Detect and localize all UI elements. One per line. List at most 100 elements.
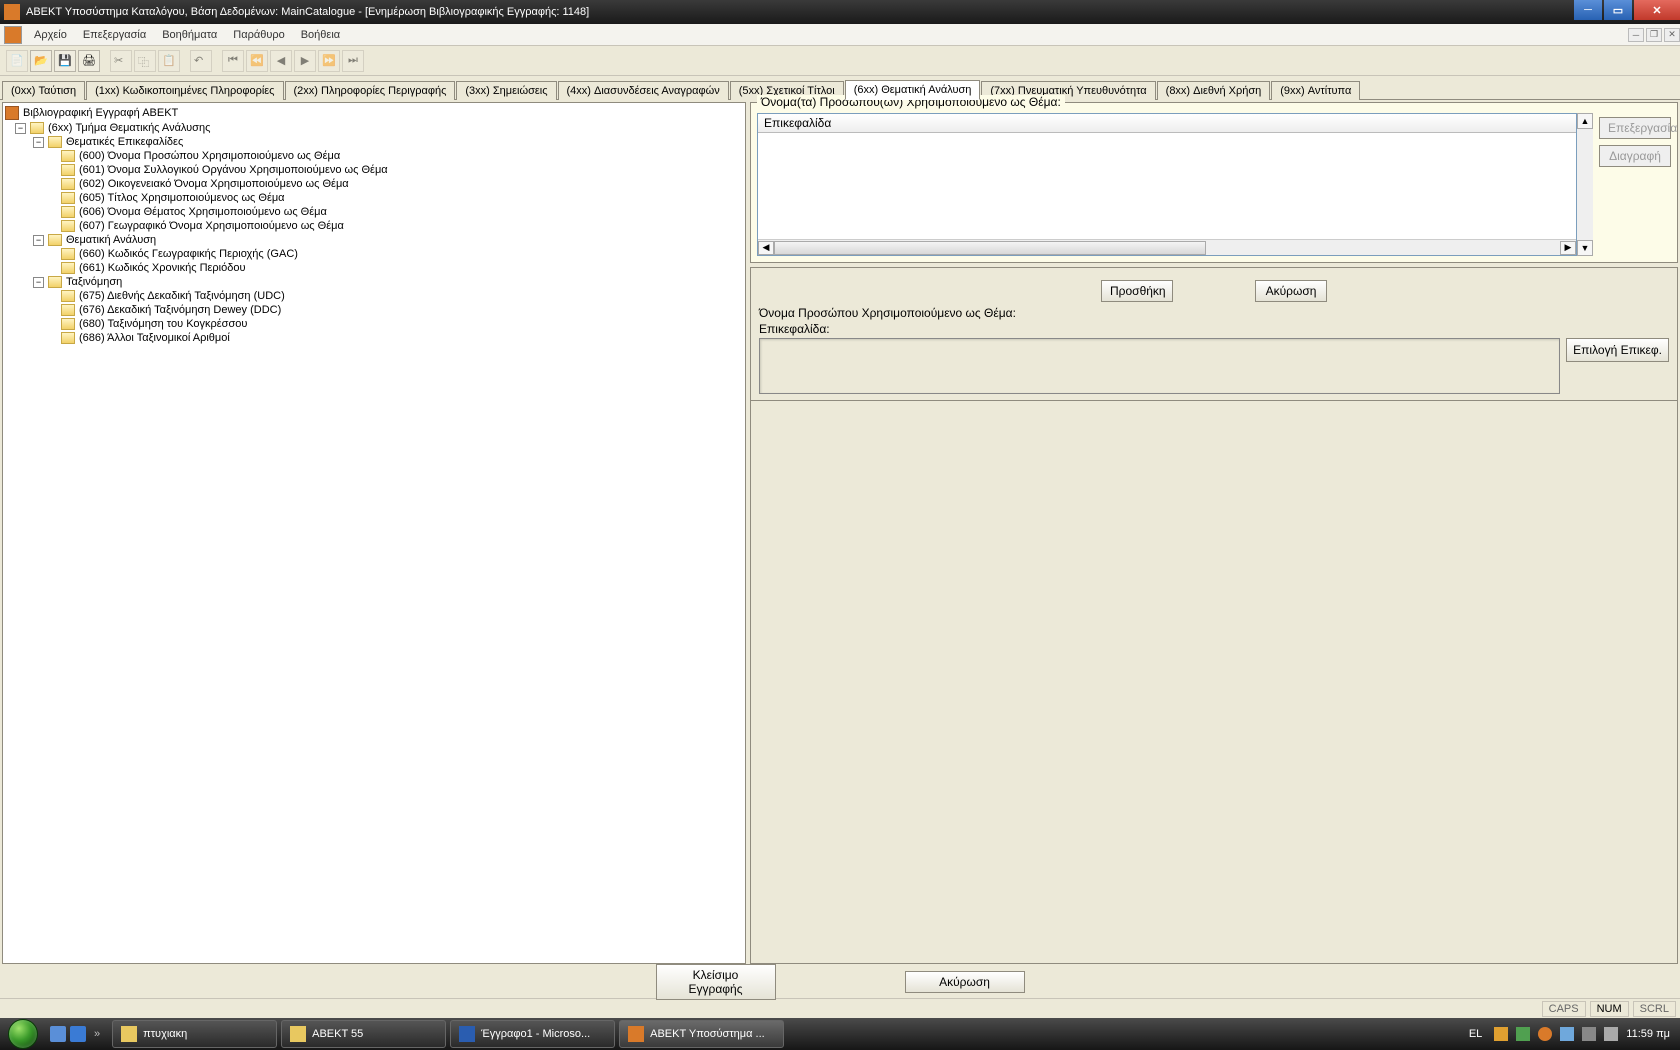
expander-icon[interactable]: −	[15, 123, 26, 134]
nav-first[interactable]: ⏮	[222, 50, 244, 72]
first-icon: ⏮	[228, 54, 238, 67]
tree-item[interactable]: (675) Διεθνής Δεκαδική Ταξινόμηση (UDC)	[5, 289, 743, 303]
nav-next[interactable]: ▶	[294, 50, 316, 72]
add-button[interactable]: Προσθήκη	[1101, 280, 1173, 302]
close-record-button[interactable]: Κλείσιμο Εγγραφής	[656, 964, 776, 1000]
ffwd-icon: ⏩	[322, 54, 336, 67]
tree-item[interactable]: (660) Κωδικός Γεωγραφικής Περιοχής (GAC)	[5, 247, 743, 261]
tb-btn-4[interactable]: 🖨	[78, 50, 100, 72]
tab-6xx[interactable]: (6xx) Θεματική Ανάλυση	[845, 80, 981, 100]
expander-icon[interactable]: −	[33, 277, 44, 288]
taskbar-item[interactable]: ABEKT 55	[281, 1020, 446, 1048]
menu-edit[interactable]: Επεξεργασία	[75, 27, 154, 43]
cut-icon: ✂	[114, 54, 128, 68]
minimize-button[interactable]: ─	[1574, 0, 1602, 20]
scroll-up-icon[interactable]: ▲	[1577, 113, 1593, 129]
folder-icon	[61, 318, 75, 330]
mdi-icon	[4, 26, 22, 44]
tree-group-2[interactable]: − Ταξινόμηση	[5, 275, 743, 289]
tree-item[interactable]: (600) Όνομα Προσώπου Χρησιμοποιούμενο ως…	[5, 149, 743, 163]
nav-fastback[interactable]: ⏪	[246, 50, 268, 72]
tree-item[interactable]: (601) Όνομα Συλλογικού Οργάνου Χρησιμοπο…	[5, 163, 743, 177]
tree-item[interactable]: (686) Άλλοι Ταξινομικοί Αριθμοί	[5, 331, 743, 345]
taskbar-item-active[interactable]: ΑΒΕΚΤ Υποσύστημα ...	[619, 1020, 784, 1048]
menu-file[interactable]: Αρχείο	[26, 27, 75, 43]
tab-1xx[interactable]: (1xx) Κωδικοποιημένες Πληροφορίες	[86, 81, 283, 100]
list-body[interactable]	[758, 133, 1576, 239]
select-heading-button[interactable]: Επιλογή Επικεφ.	[1566, 338, 1669, 362]
tab-3xx[interactable]: (3xx) Σημειώσεις	[456, 81, 556, 100]
scroll-thumb[interactable]	[774, 241, 1206, 255]
tree-item[interactable]: (607) Γεωγραφικό Όνομα Χρησιμοποιούμενο …	[5, 219, 743, 233]
quick-launch-icon[interactable]	[70, 1026, 86, 1042]
horizontal-scrollbar[interactable]: ◀ ▶	[758, 239, 1576, 255]
edit-button[interactable]: Επεξεργασία	[1599, 117, 1671, 139]
start-button[interactable]	[0, 1018, 46, 1050]
tab-2xx[interactable]: (2xx) Πληροφορίες Περιγραφής	[285, 81, 456, 100]
tree-item[interactable]: (661) Κωδικός Χρονικής Περιόδου	[5, 261, 743, 275]
tb-cut[interactable]: ✂	[110, 50, 132, 72]
tb-paste[interactable]: 📋	[158, 50, 180, 72]
menu-window[interactable]: Παράθυρο	[225, 27, 292, 43]
expander-icon[interactable]: −	[33, 137, 44, 148]
tab-8xx[interactable]: (8xx) Διεθνή Χρήση	[1157, 81, 1271, 100]
tree-item[interactable]: (680) Ταξινόμηση του Κογκρέσσου	[5, 317, 743, 331]
tree-root[interactable]: Βιβλιογραφική Εγγραφή ΑΒΕΚΤ	[5, 105, 743, 121]
scroll-left-icon[interactable]: ◀	[758, 241, 774, 255]
tab-4xx[interactable]: (4xx) Διασυνδέσεις Αναγραφών	[558, 81, 729, 100]
maximize-button[interactable]: ▭	[1604, 0, 1632, 20]
taskbar-item[interactable]: Έγγραφο1 - Microso...	[450, 1020, 615, 1048]
mdi-close-button[interactable]: ✕	[1664, 28, 1680, 42]
language-indicator[interactable]: EL	[1465, 1026, 1486, 1042]
menu-tools[interactable]: Βοηθήματα	[154, 27, 225, 43]
tree-group-0[interactable]: − Θεματικές Επικεφαλίδες	[5, 135, 743, 149]
scroll-right-icon[interactable]: ▶	[1560, 241, 1576, 255]
tray-icon[interactable]	[1494, 1027, 1508, 1041]
nav-fastfwd[interactable]: ⏩	[318, 50, 340, 72]
tree-item[interactable]: (606) Όνομα Θέματος Χρησιμοποιούμενο ως …	[5, 205, 743, 219]
folder-icon	[61, 220, 75, 232]
mdi-restore-button[interactable]: ❐	[1646, 28, 1662, 42]
subjects-groupbox: Όνομα(τα) Προσώπου(ων) Χρησιμοποιούμενο …	[750, 102, 1678, 263]
tab-9xx[interactable]: (9xx) Αντίτυπα	[1271, 81, 1360, 100]
toolbar: 📄 📂 💾 🖨 ✂ ⿻ 📋 ↶ ⏮ ⏪ ◀ ▶ ⏩ ⏭	[0, 46, 1680, 76]
tree-item[interactable]: (605) Τίτλος Χρησιμοποιούμενος ως Θέμα	[5, 191, 743, 205]
folder-icon	[48, 136, 62, 148]
tray-icon[interactable]	[1516, 1027, 1530, 1041]
tree-section[interactable]: − (6xx) Τμήμα Θεματικής Ανάλυσης	[5, 121, 743, 135]
close-button[interactable]: ✕	[1634, 0, 1680, 20]
tb-btn-3[interactable]: 💾	[54, 50, 76, 72]
delete-button[interactable]: Διαγραφή	[1599, 145, 1671, 167]
scroll-down-icon[interactable]: ▼	[1577, 240, 1593, 256]
vertical-scrollbar[interactable]: ▲ ▼	[1577, 113, 1593, 256]
expander-icon[interactable]: −	[33, 235, 44, 246]
tb-copy[interactable]: ⿻	[134, 50, 156, 72]
save-icon: 💾	[58, 54, 72, 68]
volume-icon[interactable]	[1604, 1027, 1618, 1041]
tb-btn-2[interactable]: 📂	[30, 50, 52, 72]
tree-item[interactable]: (602) Οικογενειακό Όνομα Χρησιμοποιούμεν…	[5, 177, 743, 191]
tray-icon[interactable]	[1538, 1027, 1552, 1041]
taskbar: » πτυχιακη ABEKT 55 Έγγραφο1 - Microso..…	[0, 1018, 1680, 1050]
window-controls: ─ ▭ ✕	[1572, 0, 1680, 24]
taskbar-item[interactable]: πτυχιακη	[112, 1020, 277, 1048]
list-column-header[interactable]: Επικεφαλίδα	[758, 114, 1576, 133]
tb-btn-1[interactable]: 📄	[6, 50, 28, 72]
cancel-record-button[interactable]: Ακύρωση	[905, 971, 1025, 993]
nav-prev[interactable]: ◀	[270, 50, 292, 72]
tree-group-1[interactable]: − Θεματική Ανάλυση	[5, 233, 743, 247]
cancel-button[interactable]: Ακύρωση	[1255, 280, 1327, 302]
clock[interactable]: 11:59 πμ	[1626, 1028, 1670, 1040]
menu-help[interactable]: Βοήθεια	[293, 27, 348, 43]
tb-undo[interactable]: ↶	[190, 50, 212, 72]
tree-item[interactable]: (676) Δεκαδική Ταξινόμηση Dewey (DDC)	[5, 303, 743, 317]
heading-textarea[interactable]	[759, 338, 1560, 394]
nav-last[interactable]: ⏭	[342, 50, 364, 72]
mdi-minimize-button[interactable]: ─	[1628, 28, 1644, 42]
network-icon[interactable]	[1582, 1027, 1596, 1041]
folder-icon	[61, 206, 75, 218]
quick-launch-icon[interactable]	[50, 1026, 66, 1042]
tab-0xx[interactable]: (0xx) Ταύτιση	[2, 81, 85, 100]
subject-listbox[interactable]: Επικεφαλίδα ◀ ▶	[757, 113, 1577, 256]
tray-icon[interactable]	[1560, 1027, 1574, 1041]
